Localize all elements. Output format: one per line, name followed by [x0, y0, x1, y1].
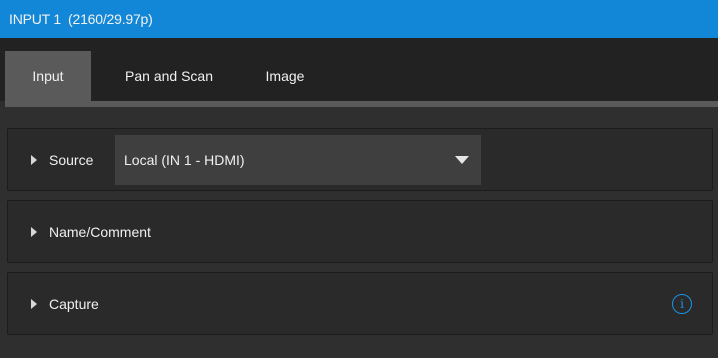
- tab-input[interactable]: Input: [5, 51, 91, 101]
- name-comment-label: Name/Comment: [49, 223, 151, 240]
- caret-right-icon[interactable]: [31, 226, 37, 237]
- capture-panel[interactable]: Capture i: [7, 272, 713, 335]
- name-comment-panel[interactable]: Name/Comment: [7, 200, 713, 263]
- capture-label: Capture: [49, 295, 99, 312]
- source-dropdown[interactable]: Local (IN 1 - HDMI): [115, 135, 481, 185]
- source-panel: Source Local (IN 1 - HDMI): [7, 128, 713, 191]
- chevron-down-icon: [455, 156, 469, 164]
- caret-right-icon[interactable]: [31, 154, 37, 165]
- tab-bar: Input Pan and Scan Image: [0, 38, 718, 101]
- tab-content: Source Local (IN 1 - HDMI) Name/Comment …: [0, 107, 718, 358]
- source-label: Source: [49, 151, 94, 168]
- caret-right-icon[interactable]: [31, 298, 37, 309]
- tab-image[interactable]: Image: [244, 51, 326, 101]
- window-titlebar: INPUT 1 (2160/29.97p): [0, 0, 718, 38]
- source-dropdown-value: Local (IN 1 - HDMI): [124, 152, 245, 168]
- tab-pan-and-scan[interactable]: Pan and Scan: [98, 51, 240, 101]
- info-icon[interactable]: i: [672, 293, 692, 314]
- window-format: (2160/29.97p): [68, 11, 153, 27]
- window-title: INPUT 1: [9, 11, 62, 27]
